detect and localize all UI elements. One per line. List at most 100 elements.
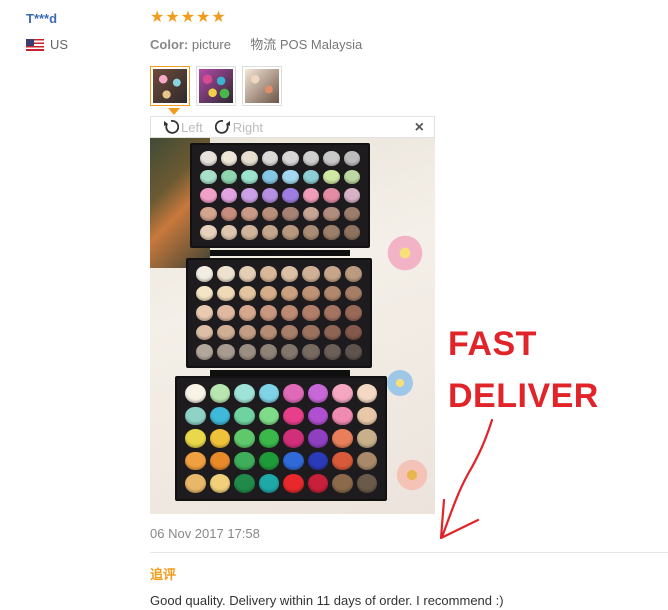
- eyeshadow-pan: [302, 266, 320, 282]
- eyeshadow-pan: [323, 285, 341, 302]
- reviewer-name[interactable]: T***d: [26, 11, 57, 26]
- eyeshadow-pan: [332, 451, 353, 471]
- color-label: Color:: [150, 37, 189, 52]
- eyeshadow-pan: [220, 225, 237, 240]
- eyeshadow-pan: [196, 285, 214, 302]
- star-icon: ★: [150, 9, 165, 26]
- rotate-left-button[interactable]: Left: [163, 119, 203, 135]
- selected-thumbnail-caret: [168, 108, 180, 115]
- eyeshadow-pan: [217, 285, 235, 302]
- thumbnail-3[interactable]: [242, 66, 282, 106]
- fast-deliver-annotation: FAST DELIVER: [448, 318, 599, 422]
- eyeshadow-pan: [185, 429, 206, 448]
- eyeshadow-pan: [323, 188, 340, 203]
- eyeshadow-pan: [259, 285, 277, 302]
- eyeshadow-pan: [302, 324, 320, 341]
- eyeshadow-pan: [258, 474, 279, 493]
- eyeshadow-pan: [234, 474, 255, 493]
- eyeshadow-pan: [259, 305, 277, 321]
- rotate-right-icon: [214, 120, 230, 134]
- reviewer-info: T***d: [26, 10, 57, 28]
- eyeshadow-pan: [356, 429, 377, 448]
- eyeshadow-pan: [302, 225, 319, 240]
- eyeshadow-pan: [323, 324, 341, 341]
- divider: [150, 552, 668, 553]
- eyeshadow-pan: [209, 384, 230, 403]
- thumbnail-strip: [150, 66, 282, 106]
- star-icon: ★: [196, 9, 211, 26]
- eyeshadow-pan: [234, 451, 255, 471]
- eyeshadow-pan: [185, 384, 206, 403]
- eyeshadow-pan: [258, 429, 279, 448]
- star-icon: ★: [165, 9, 180, 26]
- eyeshadow-pan: [356, 384, 377, 403]
- eyeshadow-pan: [238, 266, 256, 282]
- flower-decoration: [385, 368, 415, 398]
- eyeshadow-pan: [344, 305, 362, 321]
- eyeshadow-pan: [200, 206, 217, 222]
- eyeshadow-pan: [259, 324, 277, 341]
- eyeshadow-palette-middle: [186, 258, 372, 368]
- eyeshadow-pan: [238, 344, 256, 360]
- rotate-left-label: Left: [181, 119, 203, 135]
- eyeshadow-pan: [234, 384, 255, 403]
- eyeshadow-pan: [261, 188, 278, 203]
- close-icon[interactable]: ×: [415, 119, 424, 137]
- eyeshadow-pan: [323, 266, 341, 282]
- eyeshadow-pan: [344, 324, 362, 341]
- eyeshadow-pan: [283, 474, 304, 493]
- eyeshadow-pan: [283, 451, 304, 471]
- eyeshadow-pan: [258, 406, 279, 426]
- eyeshadow-pan: [302, 151, 319, 166]
- eyeshadow-pan: [282, 206, 299, 222]
- eyeshadow-pan: [200, 169, 217, 185]
- eyeshadow-pan: [332, 429, 353, 448]
- hand-drawn-arrow-icon: [439, 418, 494, 540]
- eyeshadow-pan: [220, 151, 237, 166]
- shipping-value: POS Malaysia: [279, 37, 363, 52]
- eyeshadow-pan: [356, 451, 377, 471]
- thumbnail-image: [153, 69, 187, 103]
- rotate-right-button[interactable]: Right: [214, 119, 263, 135]
- thumbnail-1[interactable]: [150, 66, 190, 106]
- eyeshadow-pan: [217, 344, 235, 360]
- eyeshadow-palette-bottom: [175, 376, 387, 501]
- eyeshadow-pan: [323, 305, 341, 321]
- eyeshadow-pan: [209, 451, 230, 471]
- eyeshadow-pan: [343, 225, 360, 240]
- eyeshadow-pan: [307, 451, 328, 471]
- us-flag-icon: [26, 38, 44, 51]
- eyeshadow-pan: [217, 266, 235, 282]
- eyeshadow-pan: [343, 188, 360, 203]
- eyeshadow-pan: [343, 206, 360, 222]
- thumbnail-image: [245, 69, 279, 103]
- eyeshadow-pan: [343, 169, 360, 185]
- eyeshadow-pan: [323, 206, 340, 222]
- eyeshadow-pan: [281, 344, 299, 360]
- eyeshadow-pan: [282, 151, 299, 166]
- eyeshadow-pan: [261, 206, 278, 222]
- eyeshadow-pan: [282, 225, 299, 240]
- eyeshadow-pan: [261, 169, 278, 185]
- eyeshadow-pan: [356, 406, 377, 426]
- eyeshadow-pan: [323, 225, 340, 240]
- eyeshadow-pan: [302, 305, 320, 321]
- thumbnail-2[interactable]: [196, 66, 236, 106]
- eyeshadow-pan: [234, 406, 255, 426]
- reviewer-country: US: [26, 37, 68, 52]
- flower-decoration: [385, 233, 425, 273]
- star-rating: ★ ★ ★ ★ ★: [150, 10, 226, 26]
- eyeshadow-pan: [185, 474, 206, 493]
- eyeshadow-pan: [344, 266, 362, 282]
- eyeshadow-pan: [281, 305, 299, 321]
- palette-hinge: [210, 250, 350, 256]
- review-date: 06 Nov 2017 17:58: [150, 526, 260, 541]
- eyeshadow-pan: [261, 225, 278, 240]
- eyeshadow-pan: [209, 406, 230, 426]
- eyeshadow-pan: [241, 225, 258, 240]
- eyeshadow-pan: [241, 169, 258, 185]
- eyeshadow-pan: [196, 305, 214, 321]
- eyeshadow-pan: [344, 344, 362, 360]
- eyeshadow-pan: [238, 285, 256, 302]
- eyeshadow-pan: [302, 285, 320, 302]
